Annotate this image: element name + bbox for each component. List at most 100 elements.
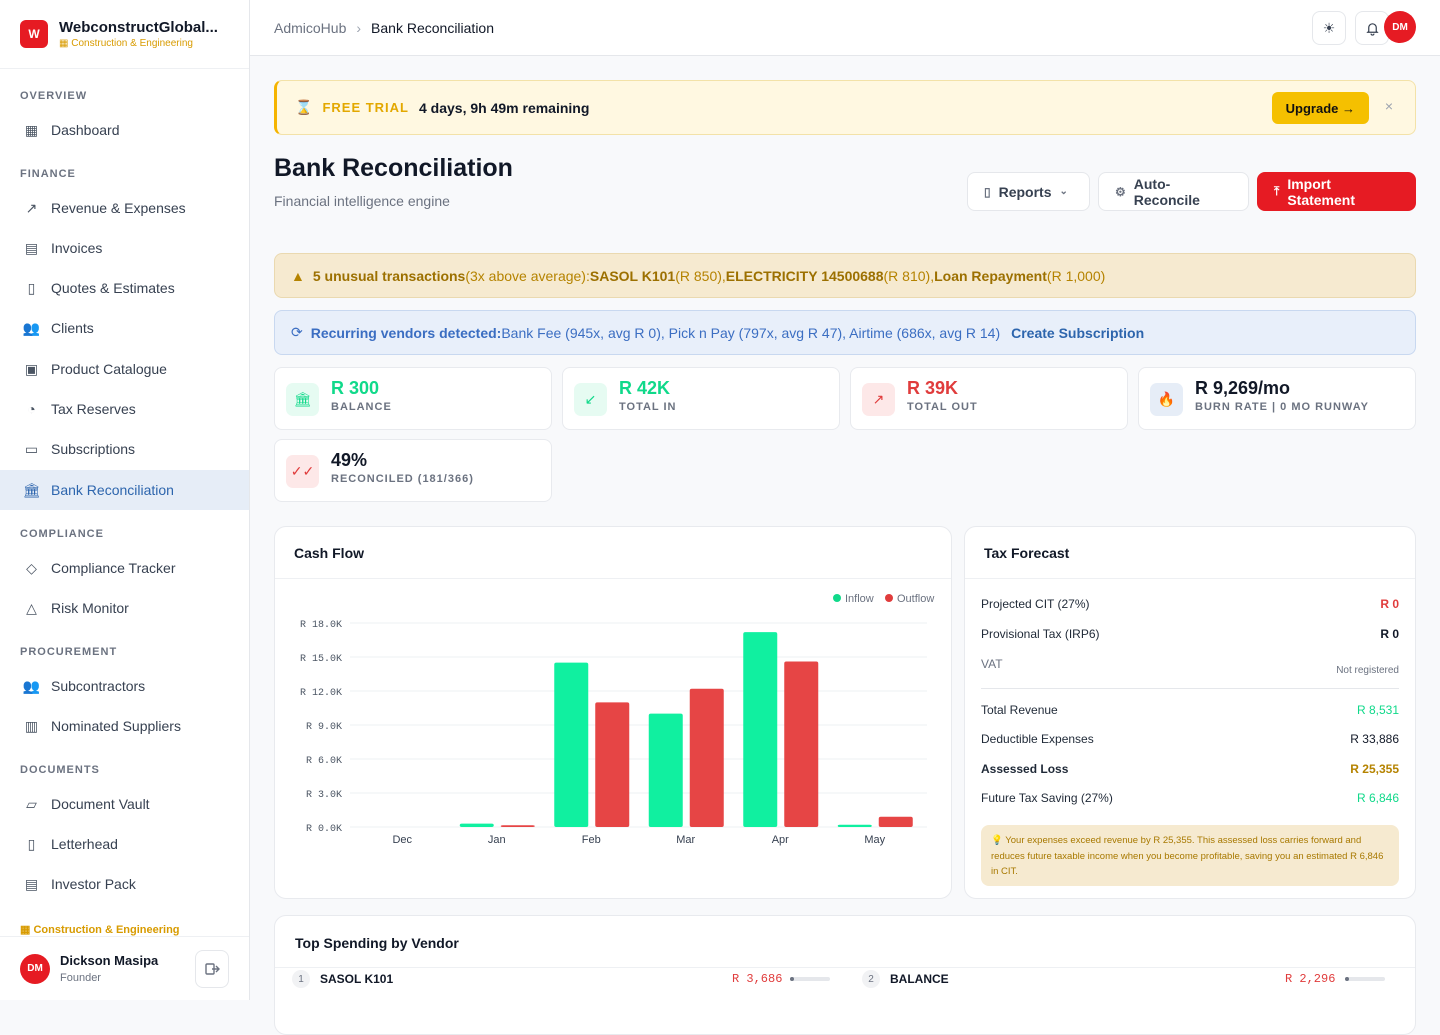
hourglass-icon: ⌛	[295, 99, 313, 115]
unusual-value-1: (R 850),	[675, 267, 726, 284]
shield-icon: ◇	[26, 559, 37, 576]
store-icon: ▥	[24, 717, 39, 734]
stat-label: TOTAL OUT	[907, 401, 978, 413]
recurring-label: Recurring vendors detected:	[310, 324, 502, 341]
card-title: Cash Flow	[294, 545, 365, 561]
stat-value: R 39K	[907, 378, 959, 398]
avatar[interactable]: DM	[20, 953, 50, 984]
chart-line-icon: ↗	[25, 199, 38, 216]
stat-card-burn: 🔥 R 9,269/mo BURN RATE | 0 MO RUNWAY	[1138, 367, 1416, 430]
sidebar-item-revenue-expenses[interactable]: ↗ Revenue & Expenses	[0, 188, 249, 228]
tax-row-label: Total Revenue	[981, 703, 1058, 717]
y-tick-label: R 9.0K	[306, 722, 342, 733]
nav-section-procurement: PROCUREMENT	[20, 646, 118, 658]
import-statement-label: Import Statement	[1287, 175, 1355, 208]
sidebar-item-subscriptions[interactable]: ▭ Subscriptions	[0, 429, 249, 469]
tax-row-value: R 25,355	[1350, 762, 1399, 776]
sidebar-item-label: Tax Reserves	[51, 401, 136, 417]
recurring-text: Bank Fee (945x, avg R 0), Pick n Pay (79…	[501, 324, 1001, 341]
stat-card-reconciled: ✓✓ 49% RECONCILED (181/366)	[274, 439, 552, 502]
stat-label: RECONCILED (181/366)	[331, 473, 474, 485]
brand[interactable]: W WebconstructGlobal... ▦ Construction &…	[0, 0, 249, 69]
breadcrumb-root[interactable]: AdmicoHub	[274, 20, 346, 36]
flame-icon: 🔥	[1150, 383, 1183, 416]
y-tick-label: R 0.0K	[306, 824, 342, 835]
sidebar-item-compliance-tracker[interactable]: ◇ Compliance Tracker	[0, 548, 249, 588]
unusual-count: 5 unusual transactions	[312, 267, 466, 284]
tax-row: Provisional Tax (IRP6) R 0	[981, 627, 1399, 641]
sidebar-item-risk-monitor[interactable]: △ Risk Monitor	[0, 588, 249, 628]
recurring-vendors-alert: ⟳ Recurring vendors detected: Bank Fee (…	[274, 310, 1416, 355]
quote-icon: ▯	[27, 279, 36, 296]
trial-banner: ⌛ FREE TRIAL 4 days, 9h 49m remaining Up…	[274, 80, 1416, 135]
arrow-up-right-icon: ↗	[862, 383, 895, 416]
tax-row: Future Tax Saving (27%) R 6,846	[981, 791, 1399, 805]
sidebar-item-document-vault[interactable]: ▱ Document Vault	[0, 784, 249, 824]
tax-note: 💡 Your expenses exceed revenue by R 25,3…	[981, 825, 1399, 886]
unusual-vendor-3[interactable]: Loan Repayment	[934, 268, 1047, 284]
dashboard-icon: ▦	[24, 121, 39, 138]
stat-card-balance: 🏛 R 300 BALANCE	[274, 367, 552, 430]
x-tick-label: Dec	[392, 834, 412, 846]
sun-icon: ☀	[1322, 19, 1336, 36]
breadcrumb-separator-icon: ›	[356, 19, 362, 36]
users-icon: 👥	[22, 319, 41, 336]
unusual-vendor-1[interactable]: SASOL K101	[590, 268, 675, 284]
stat-value: 49%	[331, 450, 368, 470]
create-subscription-link[interactable]: Create Subscription	[1011, 325, 1144, 341]
card-title: Tax Forecast	[984, 545, 1070, 561]
user-name: Dickson Masipa	[60, 953, 159, 968]
sidebar-item-label: Investor Pack	[51, 876, 136, 892]
sidebar-item-product-catalogue[interactable]: ▣ Product Catalogue	[0, 349, 249, 389]
inflow-legend-label: Inflow	[845, 593, 874, 605]
import-statement-button[interactable]: ⤒ Import Statement	[1257, 172, 1416, 211]
reports-button[interactable]: ▯ Reports ⌄	[967, 172, 1090, 211]
vendor-rank: 1	[292, 970, 310, 988]
sidebar-item-invoices[interactable]: ▤ Invoices	[0, 228, 249, 268]
auto-reconcile-button[interactable]: ⚙ Auto-Reconcile	[1098, 172, 1249, 211]
breadcrumb-current: Bank Reconciliation	[371, 19, 495, 36]
stat-value: R 42K	[619, 378, 671, 398]
sidebar-item-nominated-suppliers[interactable]: ▥ Nominated Suppliers	[0, 706, 249, 746]
sidebar-item-bank-reconciliation[interactable]: 🏛 Bank Reconciliation	[0, 470, 249, 510]
unusual-vendor-2[interactable]: ELECTRICITY 14500688	[726, 268, 884, 284]
stat-card-total: ↗ R 39K TOTAL OUT	[850, 367, 1128, 430]
page-title: Bank Reconciliation	[274, 154, 513, 182]
briefcase-icon: ▤	[24, 875, 39, 892]
vendor-row[interactable]: 2 BALANCE R 2,296	[862, 966, 1402, 992]
inflow-bar	[648, 713, 683, 827]
y-tick-label: R 18.0K	[300, 620, 342, 631]
inflow-bar	[554, 662, 589, 827]
inflow-bar	[837, 824, 872, 827]
sidebar-item-investor-pack[interactable]: ▤ Investor Pack	[0, 864, 249, 904]
tax-row-value: R 33,886	[1350, 732, 1399, 746]
outflow-legend-label: Outflow	[897, 593, 934, 605]
user-avatar[interactable]: DM	[1384, 11, 1416, 43]
sidebar-item-quotes-estimates[interactable]: ▯ Quotes & Estimates	[0, 268, 249, 308]
theme-toggle-button[interactable]: ☀	[1312, 11, 1346, 45]
arrow-down-left-icon: ↙	[574, 383, 607, 416]
logout-button[interactable]	[195, 949, 229, 988]
sidebar-item-label: Clients	[51, 320, 94, 336]
vendor-name: BALANCE	[890, 972, 949, 986]
vendor-row[interactable]: 1 SASOL K101 R 3,686	[292, 966, 832, 992]
sidebar-item-clients[interactable]: 👥 Clients	[0, 308, 249, 348]
stat-label: BALANCE	[331, 401, 392, 413]
gear-icon: ⚙	[1115, 184, 1126, 199]
stat-label: BURN RATE | 0 MO RUNWAY	[1195, 401, 1369, 413]
sidebar-item-subcontractors[interactable]: 👥 Subcontractors	[0, 666, 249, 706]
upgrade-button[interactable]: Upgrade →	[1271, 92, 1369, 124]
sidebar-item-tax-reserves[interactable]: ◔ Tax Reserves	[0, 389, 249, 429]
check-double-icon: ✓✓	[286, 455, 319, 488]
divider	[981, 688, 1399, 689]
sidebar-item-letterhead[interactable]: ▯ Letterhead	[0, 824, 249, 864]
cash-flow-chart: R 0.0K R 3.0K R 6.0K R 9.0K R 12.0K R 15.0K R …	[300, 593, 934, 846]
vendor-amount: R 3,686	[732, 972, 783, 986]
y-tick-label: R 3.0K	[306, 790, 342, 801]
close-icon[interactable]: ×	[1385, 98, 1393, 114]
inflow-bar	[459, 823, 494, 827]
sidebar-item-dashboard[interactable]: ▦ Dashboard	[0, 110, 249, 150]
tax-row: Projected CIT (27%) R 0	[981, 597, 1399, 611]
tax-row-label: Future Tax Saving (27%)	[981, 791, 1113, 805]
sidebar-item-label: Compliance Tracker	[51, 560, 176, 576]
